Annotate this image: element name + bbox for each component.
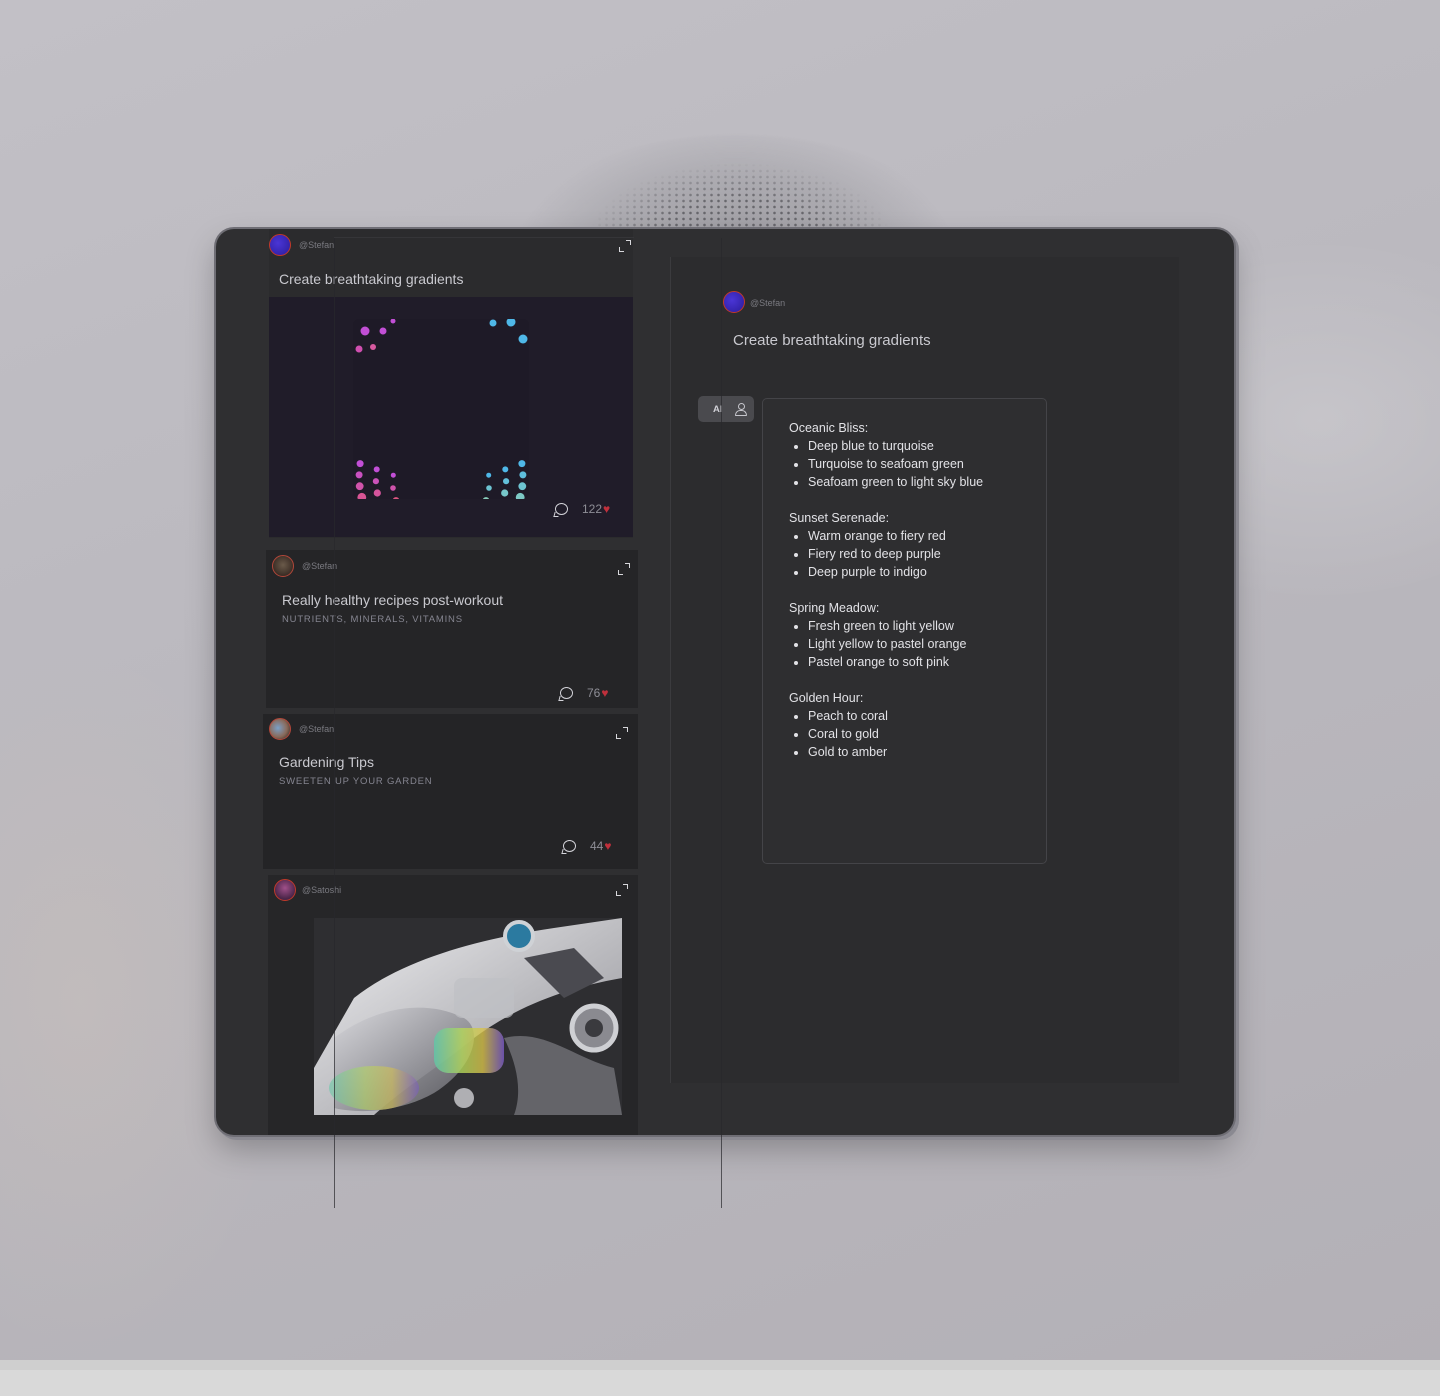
gradient-dot	[379, 327, 387, 335]
post-handle[interactable]: @Satoshi	[302, 885, 341, 895]
comment-icon[interactable]	[563, 840, 576, 852]
palette-name: Sunset Serenade:	[789, 511, 890, 525]
palette-item: Deep purple to indigo	[808, 563, 1046, 581]
heart-icon[interactable]: ♥	[604, 839, 611, 853]
post-detail-panel: @Stefan Create breathtaking gradients AI…	[670, 257, 1179, 1083]
palette-sunset-serenade: Sunset Serenade: Warm orange to fiery re…	[789, 509, 1046, 581]
post-handle[interactable]: @Stefan	[302, 561, 337, 571]
gradient-dot	[372, 478, 379, 485]
gradient-dot	[392, 497, 400, 499]
palette-name: Golden Hour:	[789, 691, 864, 705]
gradient-dot	[518, 334, 528, 344]
expand-icon[interactable]	[616, 727, 628, 739]
gradient-dot	[357, 492, 367, 499]
post-stats: 44 ♥	[563, 838, 611, 854]
palette-item: Gold to amber	[808, 743, 1046, 761]
post-title[interactable]: Create breathtaking gradients	[279, 271, 463, 287]
gradient-dot	[515, 492, 525, 499]
post-handle[interactable]: @Stefan	[299, 724, 334, 734]
avatar[interactable]	[269, 234, 291, 256]
heart-icon[interactable]: ♥	[603, 502, 610, 516]
palette-oceanic-bliss: Oceanic Bliss: Deep blue to turquoise Tu…	[789, 419, 1046, 491]
post-stats: 76 ♥	[560, 685, 608, 701]
like-count: 44	[590, 839, 604, 853]
gradient-dot	[489, 319, 497, 327]
gradient-dot	[506, 319, 516, 327]
avatar[interactable]	[274, 879, 296, 901]
gradient-dot	[482, 497, 490, 499]
gradient-dot	[519, 471, 527, 479]
post-subtitle: SWEETEN UP YOUR GARDEN	[279, 776, 433, 787]
post-feed[interactable]: @Stefan Create breathtaking gradients 12…	[216, 229, 656, 1135]
post-title[interactable]: Really healthy recipes post-workout	[282, 592, 503, 608]
palette-item: Pastel orange to soft pink	[808, 653, 1046, 671]
gradient-dot	[486, 472, 492, 478]
palette-item: Light yellow to pastel orange	[808, 635, 1046, 653]
palette-item: Peach to coral	[808, 707, 1046, 725]
heart-icon[interactable]: ♥	[601, 686, 608, 700]
background-sphere-particles	[540, 138, 940, 238]
like-count: 122	[582, 502, 603, 516]
gradient-dot	[502, 466, 509, 473]
palette-item: Turquoise to seafoam green	[808, 455, 1046, 473]
post-stats: 122 ♥	[555, 501, 610, 517]
palette-name: Spring Meadow:	[789, 601, 880, 615]
guide-line	[721, 238, 722, 1208]
post-subtitle: NUTRIENTS, MINERALS, VITAMINS	[282, 614, 463, 625]
expand-icon[interactable]	[619, 240, 631, 252]
detail-handle[interactable]: @Stefan	[750, 298, 785, 308]
gradient-dot	[503, 478, 510, 485]
gradient-dot	[370, 344, 376, 350]
like-count: 76	[587, 686, 601, 700]
gradient-dot	[518, 482, 527, 491]
gradient-dot	[355, 471, 363, 479]
palette-name: Oceanic Bliss:	[789, 421, 869, 435]
gradient-dot	[518, 460, 526, 468]
gradient-dot	[356, 460, 364, 468]
palette-spring-meadow: Spring Meadow: Fresh green to light yell…	[789, 599, 1046, 671]
ai-user-toggle[interactable]: AI	[698, 396, 754, 422]
palette-item: Deep blue to turquoise	[808, 437, 1046, 455]
post-title[interactable]: Gardening Tips	[279, 754, 374, 770]
gradient-dot	[373, 489, 381, 497]
avatar[interactable]	[269, 718, 291, 740]
guide-line	[334, 237, 634, 238]
expand-icon[interactable]	[618, 563, 630, 575]
post-image-robot[interactable]	[314, 918, 622, 1115]
palette-golden-hour: Golden Hour: Peach to coral Coral to gol…	[789, 689, 1046, 761]
gradient-dots-artwork	[353, 319, 529, 499]
gradient-dot	[501, 489, 509, 497]
gradient-dot	[390, 319, 396, 324]
guide-line	[334, 238, 335, 1208]
gradient-dot	[355, 482, 364, 491]
robot-arm-artwork	[314, 918, 622, 1115]
app-window: @Stefan Create breathtaking gradients 12…	[216, 229, 1234, 1135]
palette-item: Coral to gold	[808, 725, 1046, 743]
palette-item: Fiery red to deep purple	[808, 545, 1046, 563]
gradient-dot	[390, 485, 396, 491]
gradient-dot	[360, 326, 370, 336]
gradient-dot	[486, 485, 492, 491]
palette-item: Warm orange to fiery red	[808, 527, 1046, 545]
user-icon[interactable]	[734, 402, 747, 416]
post-handle[interactable]: @Stefan	[299, 240, 334, 250]
avatar[interactable]	[272, 555, 294, 577]
palette-item: Seafoam green to light sky blue	[808, 473, 1046, 491]
gradient-dots-svg	[355, 319, 528, 499]
comment-icon[interactable]	[555, 503, 568, 515]
avatar[interactable]	[723, 291, 745, 313]
comment-icon[interactable]	[560, 687, 573, 699]
gradient-dot	[373, 466, 380, 473]
ai-response: Oceanic Bliss: Deep blue to turquoise Tu…	[762, 398, 1047, 864]
palette-item: Fresh green to light yellow	[808, 617, 1046, 635]
expand-icon[interactable]	[616, 884, 628, 896]
gradient-dot	[390, 472, 396, 478]
gradient-dot	[355, 345, 363, 353]
detail-title: Create breathtaking gradients	[733, 332, 931, 349]
bottom-band	[0, 1360, 1440, 1396]
